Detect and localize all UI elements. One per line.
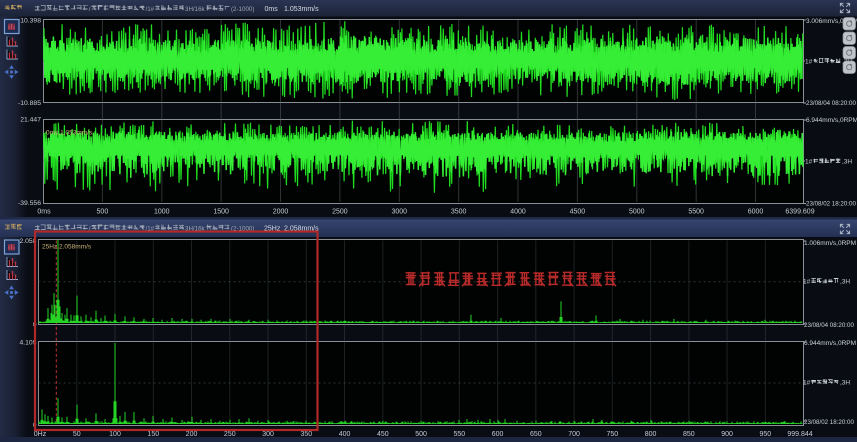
svg-text:550: 550 bbox=[453, 431, 465, 438]
svg-text:6000: 6000 bbox=[748, 209, 764, 216]
svg-text:50: 50 bbox=[73, 431, 81, 438]
svg-text:250: 250 bbox=[224, 431, 236, 438]
svg-text:100: 100 bbox=[109, 431, 121, 438]
svg-text:200: 200 bbox=[186, 431, 198, 438]
svg-text:3H/16k: 3H/16k bbox=[185, 6, 206, 13]
svg-text:800: 800 bbox=[645, 431, 657, 438]
svg-text:750: 750 bbox=[606, 431, 618, 438]
svg-text:23/08/04 08:20:00: 23/08/04 08:20:00 bbox=[806, 100, 856, 107]
svg-text:450: 450 bbox=[377, 431, 389, 438]
svg-text:,3H: ,3H bbox=[840, 380, 850, 387]
svg-text:6.944mm/s,0RPM: 6.944mm/s,0RPM bbox=[806, 117, 857, 124]
svg-text:23/08/02 18:20:00: 23/08/02 18:20:00 bbox=[804, 419, 854, 426]
svg-text:300: 300 bbox=[262, 431, 274, 438]
svg-text:1.006mm/s,0RPM: 1.006mm/s,0RPM bbox=[804, 240, 856, 247]
svg-text:-39.556: -39.556 bbox=[18, 200, 41, 207]
svg-text:5000: 5000 bbox=[629, 209, 645, 216]
svg-text:650: 650 bbox=[530, 431, 542, 438]
svg-text:950: 950 bbox=[760, 431, 772, 438]
svg-text:/1#: /1# bbox=[146, 6, 155, 13]
svg-text:150: 150 bbox=[147, 431, 159, 438]
svg-text:999.844: 999.844 bbox=[787, 431, 812, 438]
svg-text:,3H: ,3H bbox=[842, 159, 852, 166]
svg-text:2000: 2000 bbox=[273, 209, 289, 216]
svg-text:,3H: ,3H bbox=[840, 279, 850, 286]
svg-text:600: 600 bbox=[492, 431, 504, 438]
svg-text:25Hz,2.058mm/s: 25Hz,2.058mm/s bbox=[42, 244, 92, 251]
svg-text:2500: 2500 bbox=[332, 209, 348, 216]
svg-text:1000: 1000 bbox=[154, 209, 170, 216]
svg-text:0ms,1.053mm/s: 0ms,1.053mm/s bbox=[46, 130, 93, 137]
svg-text:23/08/02 18:20:00: 23/08/02 18:20:00 bbox=[806, 201, 856, 208]
svg-text:4000: 4000 bbox=[510, 209, 526, 216]
svg-text:21.447: 21.447 bbox=[20, 117, 41, 124]
svg-text:-10.885: -10.885 bbox=[18, 100, 41, 107]
svg-text:/: / bbox=[89, 6, 91, 13]
svg-text:0ms: 0ms bbox=[265, 6, 279, 13]
svg-text:6.944mm/s,0RPM: 6.944mm/s,0RPM bbox=[804, 340, 856, 347]
svg-text:900: 900 bbox=[721, 431, 733, 438]
svg-text:0Hz: 0Hz bbox=[34, 431, 47, 438]
svg-text:500: 500 bbox=[415, 431, 427, 438]
svg-text:1.053mm/s: 1.053mm/s bbox=[284, 6, 319, 13]
svg-text:350: 350 bbox=[300, 431, 312, 438]
svg-text:0ms: 0ms bbox=[37, 209, 51, 216]
svg-text:700: 700 bbox=[568, 431, 580, 438]
svg-text:3000: 3000 bbox=[391, 209, 407, 216]
svg-text:850: 850 bbox=[683, 431, 695, 438]
svg-text:1500: 1500 bbox=[213, 209, 229, 216]
svg-text:1#: 1# bbox=[805, 159, 813, 166]
svg-text:4500: 4500 bbox=[570, 209, 586, 216]
svg-text:23/08/04 08:20:00: 23/08/04 08:20:00 bbox=[804, 322, 854, 329]
svg-text:1#: 1# bbox=[805, 59, 813, 66]
svg-text:5500: 5500 bbox=[688, 209, 704, 216]
svg-text:400: 400 bbox=[339, 431, 351, 438]
svg-text:3500: 3500 bbox=[451, 209, 467, 216]
svg-text:500: 500 bbox=[97, 209, 109, 216]
svg-text:10.398: 10.398 bbox=[20, 18, 41, 25]
svg-text:(2-1000): (2-1000) bbox=[231, 6, 254, 13]
svg-text:6399.609: 6399.609 bbox=[785, 209, 814, 216]
